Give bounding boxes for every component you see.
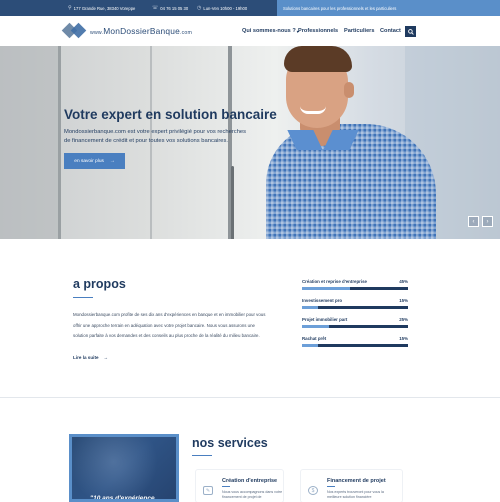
document-icon: ✎	[203, 486, 213, 495]
skill-percent: 15%	[399, 336, 408, 341]
skill-percent: 15%	[399, 298, 408, 303]
service-title: Création d'entreprise	[222, 478, 278, 484]
hours-info: ◷ Lun-Ven 10h00 - 19h00	[197, 0, 247, 16]
learn-more-button[interactable]: en savoir plus →	[64, 153, 125, 169]
slider-next-button[interactable]: ›	[482, 216, 493, 227]
service-card-financement[interactable]: $ Financement de projet Nos experts trou…	[300, 469, 403, 502]
arrow-right-icon: →	[103, 355, 109, 360]
arrow-right-icon: →	[109, 158, 115, 164]
phone-icon: ☏	[152, 5, 159, 11]
nav-contact[interactable]: Contact	[380, 16, 401, 46]
skill-item: Création et reprise d'entreprise 45%	[302, 277, 408, 296]
slider-prev-button[interactable]: ‹	[468, 216, 479, 227]
nav-particuliers[interactable]: Particuliers	[344, 16, 374, 46]
hours-text: Lun-Ven 10h00 - 19h00	[203, 5, 248, 11]
skill-label: Investissement pro	[302, 298, 343, 303]
progress-fill	[302, 344, 318, 347]
promo-text: "10 ans d'expérience	[90, 495, 155, 502]
skill-percent: 25%	[399, 317, 408, 322]
progress-track	[302, 325, 408, 328]
search-icon	[407, 28, 414, 35]
money-bag-icon: $	[308, 486, 318, 495]
skill-item: Rachat prêt 15%	[302, 334, 408, 353]
nav-professionnels[interactable]: Professionnels	[298, 16, 338, 46]
services-title: nos services	[192, 436, 268, 450]
site-logo[interactable]: www.MonDossierBanque.com	[61, 22, 193, 39]
service-card-creation[interactable]: ✎ Création d'entreprise Nous vous accomp…	[195, 469, 284, 502]
service-text: Nous vous accompagnons dans votre financ…	[222, 490, 283, 499]
progress-track	[302, 306, 408, 309]
section-divider	[0, 397, 500, 398]
experience-promo-image: "10 ans d'expérience	[69, 434, 179, 502]
clock-icon: ◷	[197, 5, 202, 11]
about-title: a propos	[73, 277, 126, 291]
service-title: Financement de projet	[327, 478, 386, 484]
chevron-right-icon: ›	[486, 218, 489, 225]
site-header: www.MonDossierBanque.com Qui sommes-nous…	[0, 16, 500, 46]
hero-text: Mondossierbanque.com est votre expert pr…	[64, 129, 247, 144]
logo-diamond-icon	[61, 22, 87, 39]
search-button[interactable]	[405, 26, 416, 37]
about-text: Mondossierbanque.com profite de ses dix …	[73, 312, 266, 338]
progress-track	[302, 344, 408, 347]
phone-text[interactable]: 04 76 15 05 30	[160, 6, 188, 11]
progress-fill	[302, 306, 318, 309]
logo-text: www.MonDossierBanque.com	[90, 26, 193, 36]
chevron-left-icon: ‹	[472, 218, 475, 225]
progress-fill	[302, 287, 350, 290]
tagline: Solutions bancaires pour les professionn…	[277, 0, 500, 16]
top-info-bar: ⚲ 177 Grande Rue, 38340 Voreppe ☏ 04 76 …	[0, 0, 500, 16]
skill-label: Rachat prêt	[302, 336, 327, 341]
address-text: 177 Grande Rue, 38340 Voreppe	[73, 5, 136, 11]
skill-item: Investissement pro 15%	[302, 296, 408, 315]
nav-qui-sommes-nous[interactable]: Qui sommes-nous ? ▾	[242, 16, 299, 46]
hero-man-photo	[248, 46, 438, 239]
skill-percent: 45%	[399, 279, 408, 284]
location-pin-icon: ⚲	[68, 5, 72, 11]
door-handle	[231, 166, 234, 239]
read-more-link[interactable]: Lire la suite →	[73, 355, 108, 360]
about-title-underline	[73, 297, 93, 298]
progress-fill	[302, 325, 329, 328]
hero-title: Votre expert en solution bancaire	[64, 107, 277, 122]
skills-progress-list: Création et reprise d'entreprise 45% Inv…	[302, 277, 408, 353]
phone-info[interactable]: ☏ 04 76 15 05 30	[152, 0, 188, 16]
address-info: ⚲ 177 Grande Rue, 38340 Voreppe	[68, 0, 135, 16]
skill-label: Création et reprise d'entreprise	[302, 279, 367, 284]
service-text: Nos experts trouveront pour vous la meil…	[327, 490, 384, 499]
skill-item: Projet immobilier part 25%	[302, 315, 408, 334]
services-title-underline	[192, 455, 212, 456]
progress-track	[302, 287, 408, 290]
skill-label: Projet immobilier part	[302, 317, 348, 322]
